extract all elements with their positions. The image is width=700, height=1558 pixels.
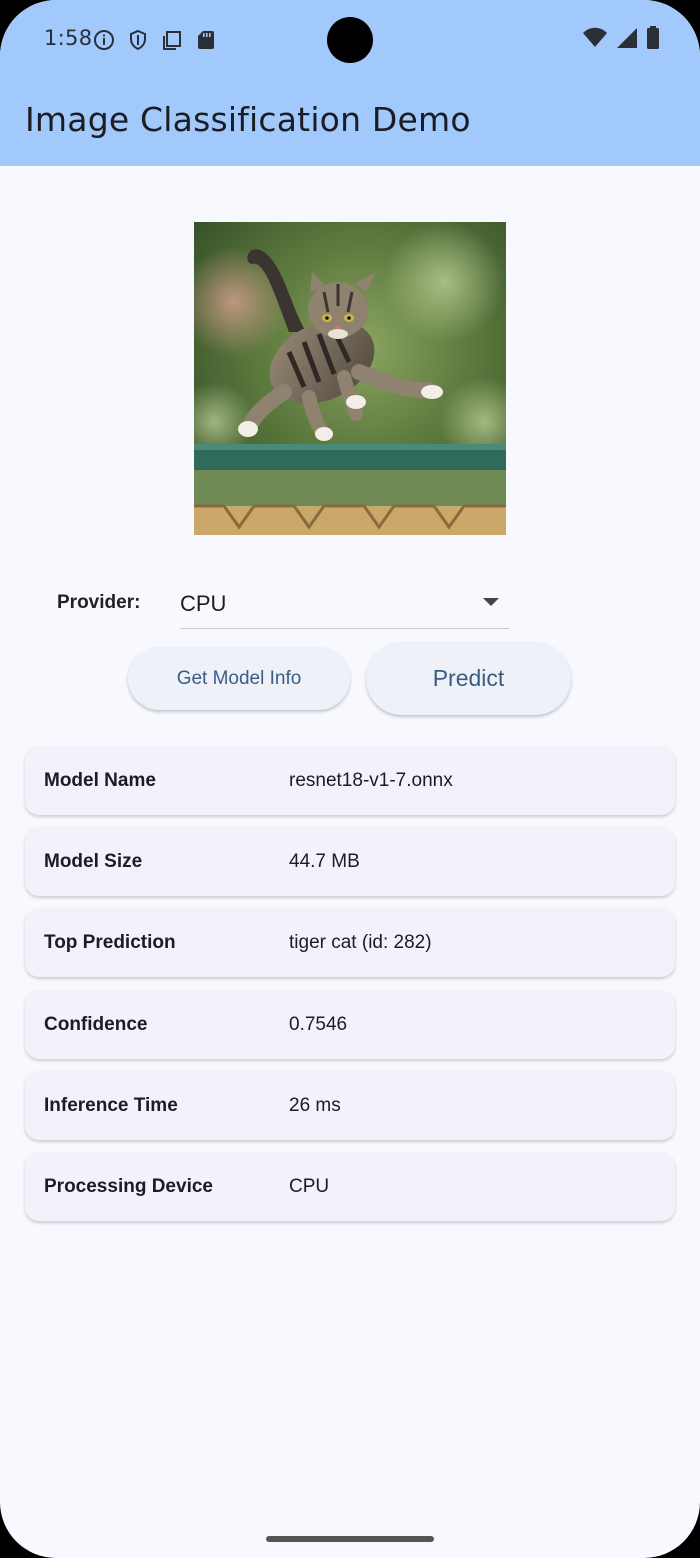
- result-card-confidence: Confidence 0.7546: [25, 990, 675, 1059]
- signal-icon: [616, 27, 638, 54]
- result-key: Model Size: [44, 851, 143, 872]
- wifi-icon: [582, 27, 608, 54]
- shield-icon: [126, 28, 150, 52]
- dropdown-arrow-icon: [483, 598, 499, 606]
- status-time: 1:58: [44, 26, 93, 50]
- result-value: CPU: [289, 1176, 330, 1197]
- get-model-info-button[interactable]: Get Model Info: [128, 647, 350, 710]
- result-value: 0.7546: [289, 1014, 348, 1035]
- result-key: Inference Time: [44, 1095, 178, 1116]
- predict-button[interactable]: Predict: [366, 642, 571, 715]
- result-key: Top Prediction: [44, 932, 176, 953]
- result-value: tiger cat (id: 282): [289, 932, 432, 953]
- result-card-model-name: Model Name resnet18-v1-7.onnx: [25, 746, 675, 815]
- front-camera: [327, 17, 373, 63]
- status-icons-left: [92, 28, 218, 52]
- result-key: Model Name: [44, 770, 156, 791]
- phone-screen: 1:58 Image Classification Demo Provider:…: [0, 0, 700, 1558]
- info-icon: [92, 28, 116, 52]
- result-value: 44.7 MB: [289, 851, 360, 872]
- result-value: 26 ms: [289, 1095, 341, 1116]
- provider-label: Provider:: [57, 592, 141, 613]
- result-key: Confidence: [44, 1014, 148, 1035]
- app-bar: 1:58 Image Classification Demo: [0, 0, 700, 166]
- result-value: resnet18-v1-7.onnx: [289, 770, 453, 791]
- home-gesture-bar[interactable]: [266, 1536, 434, 1542]
- result-card-model-size: Model Size 44.7 MB: [25, 827, 675, 896]
- result-card-inference-time: Inference Time 26 ms: [25, 1071, 675, 1140]
- battery-icon: [646, 26, 660, 55]
- status-icons-right: [582, 26, 660, 55]
- result-card-processing-device: Processing Device CPU: [25, 1152, 675, 1221]
- provider-dropdown[interactable]: CPU: [180, 582, 509, 629]
- app-title: Image Classification Demo: [25, 100, 471, 139]
- cat-photo: [194, 222, 506, 535]
- result-card-top-prediction: Top Prediction tiger cat (id: 282): [25, 908, 675, 977]
- copy-icon: [160, 28, 184, 52]
- status-bar: 1:58: [0, 0, 700, 80]
- result-key: Processing Device: [44, 1176, 213, 1197]
- provider-selected-value: CPU: [180, 591, 227, 616]
- sd-card-icon: [194, 28, 218, 52]
